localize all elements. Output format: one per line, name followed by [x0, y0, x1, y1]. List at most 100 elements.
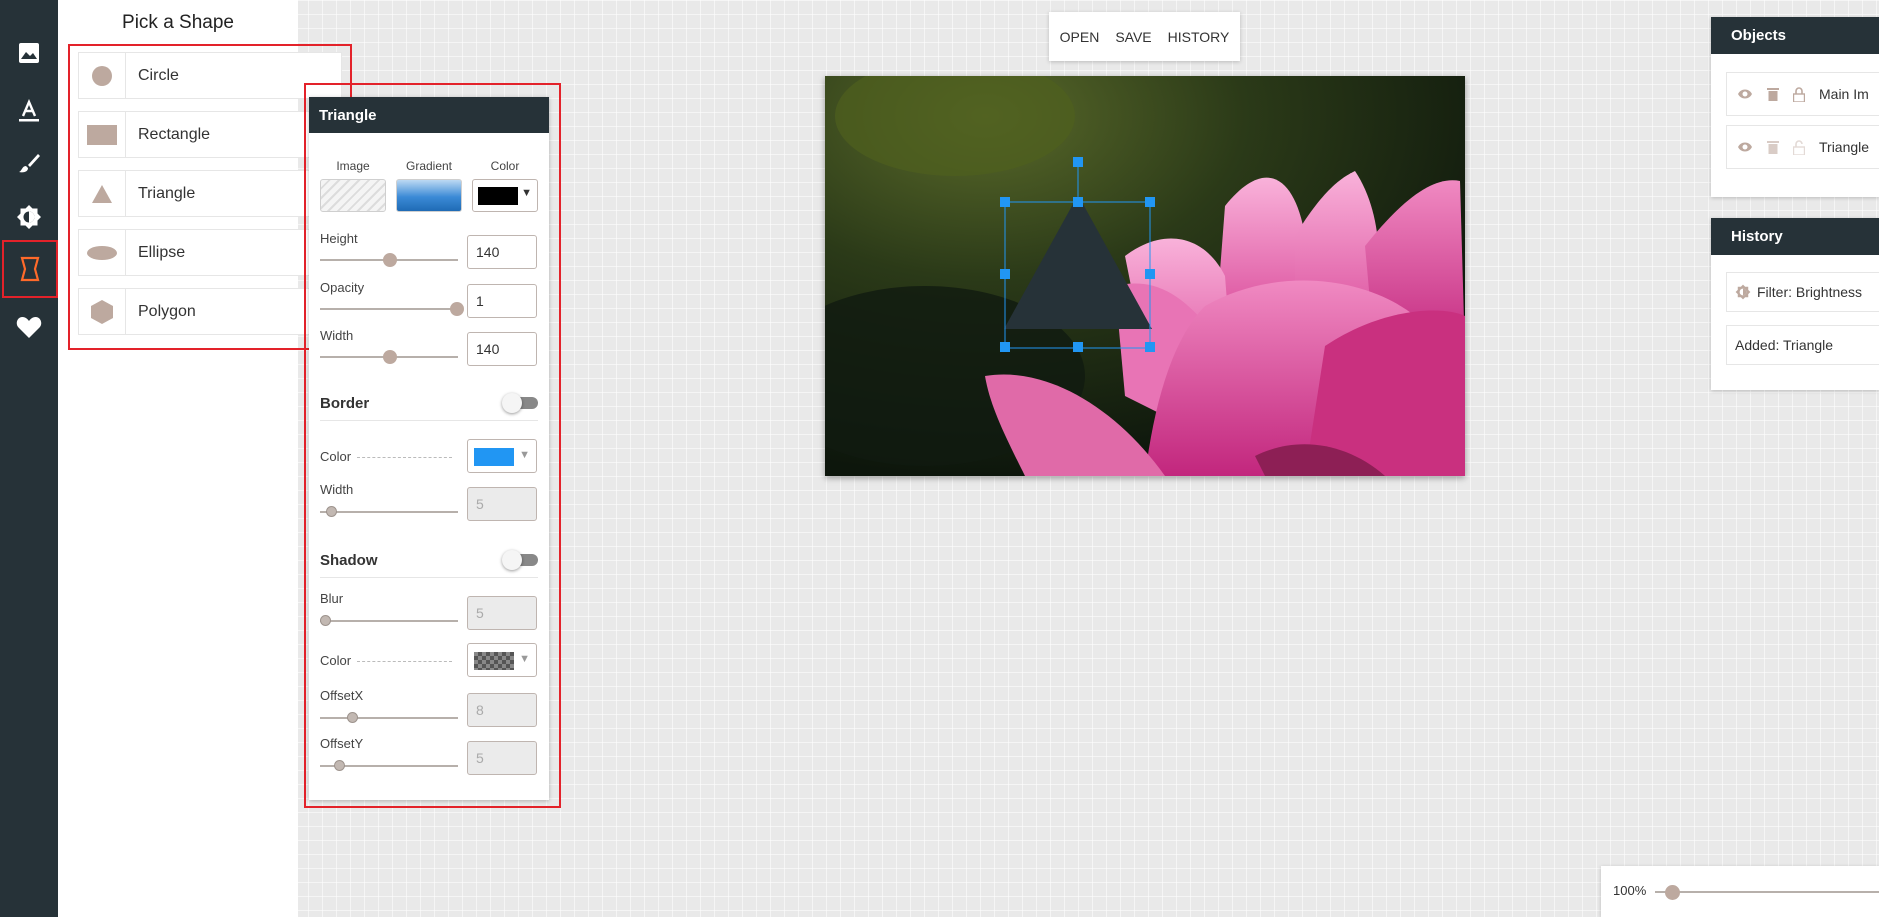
zoom-control: 100% [1601, 866, 1879, 917]
shadow-blur-slider[interactable] [320, 615, 458, 626]
shape-label: Ellipse [125, 230, 185, 275]
shadow-color-picker[interactable]: ▼ [467, 643, 537, 677]
object-row-main-image[interactable]: Main Im [1726, 72, 1879, 116]
border-toggle[interactable] [502, 393, 538, 413]
objects-panel: Objects Main Im Triangle [1711, 17, 1879, 197]
shadow-offsety-input[interactable]: 5 [467, 741, 537, 775]
border-width-input[interactable]: 5 [467, 487, 537, 521]
opacity-slider-handle[interactable] [450, 302, 464, 316]
fill-gradient-option[interactable]: Gradient [396, 159, 462, 212]
history-row-brightness[interactable]: Filter: Brightness [1726, 272, 1879, 312]
width-input[interactable]: 140 [467, 332, 537, 366]
history-label: Added: Triangle [1735, 337, 1834, 353]
shadow-blur-input[interactable]: 5 [467, 596, 537, 630]
shape-item-polygon[interactable]: Polygon [78, 288, 342, 335]
height-slider-handle[interactable] [383, 253, 397, 267]
fill-gradient-label: Gradient [405, 159, 453, 173]
shape-item-rectangle[interactable]: Rectangle [78, 111, 342, 158]
fill-color-picker[interactable]: ▼ [472, 179, 538, 212]
zoom-slider-handle[interactable] [1665, 885, 1680, 900]
shape-picker-panel: Pick a Shape Circle Rectangle Triangle E… [58, 0, 352, 917]
shadow-section-header: Shadow [320, 550, 538, 578]
border-color-label: Color [320, 449, 352, 464]
rail-item-text[interactable] [0, 82, 58, 140]
rail-item-shapes[interactable] [2, 240, 58, 298]
zoom-slider[interactable] [1655, 891, 1879, 893]
shadow-offsetx-label: OffsetX [320, 688, 364, 703]
zoom-value: 100% [1613, 883, 1647, 898]
shadow-offsety-label: OffsetY [320, 736, 364, 751]
fill-image-label: Image [336, 159, 370, 173]
rail-item-image[interactable] [0, 24, 58, 82]
brush-icon [19, 154, 40, 173]
divider [357, 661, 452, 662]
rail-item-favorites[interactable] [0, 298, 58, 356]
border-color-picker[interactable]: ▼ [467, 439, 537, 473]
border-width-slider-handle[interactable] [326, 506, 337, 517]
shape-item-triangle[interactable]: Triangle [78, 170, 342, 217]
properties-panel: Triangle Image Gradient Color ▼ Height 1… [309, 97, 549, 800]
tool-rail [0, 0, 58, 917]
fill-image-swatch[interactable] [320, 179, 386, 212]
shadow-offsety-slider-handle[interactable] [334, 760, 345, 771]
editor-canvas[interactable] [825, 76, 1465, 476]
rectangle-icon [87, 124, 117, 145]
fill-options: Image Gradient Color ▼ [320, 159, 538, 212]
height-slider[interactable] [320, 253, 458, 267]
border-width-slider[interactable] [320, 506, 458, 517]
history-button[interactable]: HISTORY [1168, 29, 1230, 45]
shape-label: Rectangle [125, 112, 210, 157]
object-label: Main Im [1819, 86, 1869, 102]
height-input[interactable]: 140 [467, 235, 537, 269]
ellipse-icon [87, 245, 117, 260]
save-button[interactable]: SAVE [1115, 29, 1151, 45]
fill-gradient-swatch[interactable] [396, 179, 462, 212]
shadow-toggle[interactable] [502, 550, 538, 570]
file-toolbar: OPEN SAVE HISTORY [1049, 12, 1240, 61]
fill-color-option[interactable]: Color ▼ [472, 159, 538, 212]
history-row-added-triangle[interactable]: Added: Triangle [1726, 325, 1879, 365]
trash-icon[interactable] [1767, 87, 1779, 101]
shape-icon [20, 256, 40, 282]
canvas-image [825, 76, 1465, 476]
eye-icon[interactable] [1737, 88, 1753, 100]
shape-label: Polygon [125, 289, 196, 334]
shadow-blur-slider-handle[interactable] [320, 615, 331, 626]
width-slider-handle[interactable] [383, 350, 397, 364]
unlock-icon[interactable] [1793, 139, 1805, 155]
shape-label: Triangle [125, 171, 195, 216]
border-section-header: Border [320, 393, 538, 421]
open-button[interactable]: OPEN [1060, 29, 1100, 45]
chevron-down-icon: ▼ [521, 187, 532, 199]
brightness-icon [1735, 284, 1751, 300]
polygon-icon [91, 299, 113, 324]
object-row-triangle[interactable]: Triangle [1726, 125, 1879, 169]
border-title: Border [320, 395, 370, 412]
shadow-offsetx-slider-handle[interactable] [347, 712, 358, 723]
picker-title: Pick a Shape [122, 12, 234, 33]
shadow-offsety-slider[interactable] [320, 760, 458, 771]
shape-item-ellipse[interactable]: Ellipse [78, 229, 342, 276]
shadow-offsetx-slider[interactable] [320, 712, 458, 723]
shadow-blur-label: Blur [320, 591, 344, 606]
shape-label: Circle [125, 53, 179, 98]
heart-icon [16, 317, 42, 338]
lock-icon[interactable] [1793, 86, 1805, 102]
fill-image-option[interactable]: Image [320, 159, 386, 212]
opacity-input[interactable]: 1 [467, 284, 537, 318]
rail-item-brush[interactable] [0, 134, 58, 192]
shape-item-circle[interactable]: Circle [78, 52, 342, 99]
shadow-offsetx-input[interactable]: 8 [467, 693, 537, 727]
history-panel: History Filter: Brightness Added: Triang… [1711, 218, 1879, 390]
opacity-slider[interactable] [320, 302, 464, 316]
brightness-icon [17, 205, 41, 229]
trash-icon[interactable] [1767, 140, 1779, 154]
rail-item-brightness[interactable] [0, 188, 58, 246]
shadow-color-label: Color [320, 653, 352, 668]
width-slider[interactable] [320, 350, 458, 364]
history-title: History [1711, 218, 1879, 255]
text-icon [19, 99, 39, 122]
triangle-icon [92, 184, 112, 203]
opacity-label: Opacity [320, 280, 365, 295]
eye-icon[interactable] [1737, 141, 1753, 153]
